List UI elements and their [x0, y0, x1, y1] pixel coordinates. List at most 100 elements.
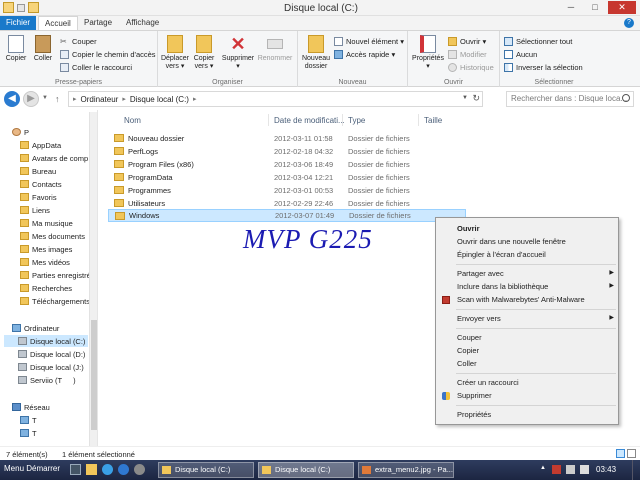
- nav-item-favorites[interactable]: Favoris: [20, 191, 57, 203]
- menu-item-paste[interactable]: Coller: [436, 357, 620, 370]
- breadcrumb-computer[interactable]: Ordinateur: [81, 95, 119, 104]
- copy-to-button[interactable]: Copier vers ▾: [190, 35, 218, 71]
- column-divider[interactable]: [342, 114, 343, 126]
- column-type[interactable]: Type: [348, 116, 365, 125]
- taskbar-item-explorer-1[interactable]: Disque local (C:): [158, 462, 254, 478]
- nav-item-links[interactable]: Liens: [20, 204, 50, 216]
- menu-item-create-shortcut[interactable]: Créer un raccourci: [436, 376, 620, 389]
- ie-icon[interactable]: [118, 464, 129, 475]
- taskbar-item-paint[interactable]: extra_menu2.jpg - Pa...: [358, 462, 454, 478]
- column-divider[interactable]: [418, 114, 419, 126]
- nav-item-music[interactable]: Ma musique: [20, 217, 73, 229]
- menu-item-include-library[interactable]: Inclure dans la bibliothèque ▶: [436, 280, 620, 293]
- browser-icon[interactable]: [102, 464, 113, 475]
- tab-view[interactable]: Affichage: [120, 16, 165, 30]
- nav-item-desktop[interactable]: Bureau: [20, 165, 56, 177]
- file-row[interactable]: ProgramData 2012-03-04 12:21 Dossier de …: [108, 171, 466, 184]
- nav-item-network-computer-2[interactable]: T: [20, 427, 37, 439]
- column-date[interactable]: Date de modificati...: [274, 116, 345, 125]
- address-bar[interactable]: ▸ Ordinateur ▸ Disque local (C:) ▸ ▼ ↻: [68, 91, 483, 107]
- nav-item-local-disk-j[interactable]: Disque local (J:): [18, 361, 84, 373]
- breadcrumb-local-disk[interactable]: Disque local (C:): [130, 95, 189, 104]
- open-button[interactable]: Ouvrir ▾: [448, 35, 486, 47]
- tab-share[interactable]: Partage: [78, 16, 118, 30]
- tab-home[interactable]: Accueil: [38, 16, 78, 30]
- column-divider[interactable]: [268, 114, 269, 126]
- history-button[interactable]: Historique: [448, 61, 494, 73]
- maximize-button[interactable]: □: [584, 1, 606, 14]
- menu-item-delete[interactable]: Supprimer: [436, 389, 620, 402]
- file-row[interactable]: PerfLogs 2012-02-18 04:32 Dossier de fic…: [108, 145, 466, 158]
- volume-icon[interactable]: [580, 465, 589, 474]
- move-to-button[interactable]: Déplacer vers ▾: [160, 35, 190, 71]
- desktop-icon[interactable]: [70, 464, 81, 475]
- copy-path-button[interactable]: Copier le chemin d'accès: [60, 48, 156, 60]
- copy-button[interactable]: Copier: [4, 35, 28, 63]
- nav-item-computer[interactable]: Ordinateur: [12, 322, 59, 334]
- menu-item-open-new-window[interactable]: Ouvrir dans une nouvelle fenêtre: [436, 235, 620, 248]
- nav-item-contacts[interactable]: Contacts: [20, 178, 62, 190]
- menu-item-properties[interactable]: Propriétés: [436, 408, 620, 421]
- address-dropdown-icon[interactable]: ▼: [462, 95, 468, 101]
- nav-item-documents[interactable]: Mes documents: [20, 230, 85, 242]
- edit-button[interactable]: Modifier: [448, 48, 487, 60]
- nav-item-serviio[interactable]: Serviio (T ): [18, 374, 76, 386]
- nav-item-videos[interactable]: Mes vidéos: [20, 256, 70, 268]
- paste-button[interactable]: Coller: [31, 35, 55, 63]
- scrollbar-thumb[interactable]: [91, 320, 97, 430]
- malwarebytes-tray-icon[interactable]: [552, 465, 561, 474]
- file-row[interactable]: Program Files (x86) 2012-03-06 18:49 Dos…: [108, 158, 466, 171]
- clock[interactable]: 03:43: [596, 465, 616, 474]
- easy-access-button[interactable]: Accès rapide ▾: [334, 48, 395, 60]
- tab-file[interactable]: Fichier: [0, 16, 36, 30]
- menu-item-pin-start[interactable]: Épingler à l'écran d'accueil: [436, 248, 620, 261]
- refresh-icon[interactable]: ↻: [472, 93, 480, 104]
- nav-pane-scrollbar[interactable]: [89, 112, 97, 446]
- cut-button[interactable]: ✂ Couper: [60, 35, 97, 47]
- file-row-selected[interactable]: Windows 2012-03-07 01:49 Dossier de fich…: [108, 209, 466, 222]
- new-folder-icon[interactable]: [28, 2, 39, 13]
- column-size[interactable]: Taille: [424, 116, 442, 125]
- forward-button[interactable]: ▶: [23, 91, 39, 107]
- menu-item-send-to[interactable]: Envoyer vers ▶: [436, 312, 620, 325]
- nav-item-local-disk-d[interactable]: Disque local (D:): [18, 348, 85, 360]
- details-view-icon[interactable]: [616, 449, 625, 458]
- menu-item-copy[interactable]: Copier: [436, 344, 620, 357]
- folder-icon[interactable]: [3, 2, 14, 13]
- select-all-button[interactable]: Sélectionner tout: [504, 35, 572, 47]
- properties-button[interactable]: Propriétés ▾: [410, 35, 446, 71]
- nav-item-appdata[interactable]: AppData: [20, 139, 61, 151]
- select-none-button[interactable]: Aucun: [504, 48, 537, 60]
- new-folder-button[interactable]: Nouveau dossier: [300, 35, 332, 71]
- nav-item-avatars[interactable]: Avatars de comp: [20, 152, 88, 164]
- rename-button[interactable]: Renommer: [256, 35, 294, 63]
- properties-icon[interactable]: [17, 4, 25, 12]
- menu-item-open[interactable]: Ouvrir: [436, 222, 620, 235]
- new-item-button[interactable]: Nouvel élément ▾: [334, 35, 404, 47]
- close-button[interactable]: ✕: [608, 1, 636, 14]
- nav-item-pictures[interactable]: Mes images: [20, 243, 72, 255]
- nav-item-saved-games[interactable]: Parties enregistré: [20, 269, 91, 281]
- file-row[interactable]: Programmes 2012-03-01 00:53 Dossier de f…: [108, 184, 466, 197]
- show-desktop-button[interactable]: [632, 460, 640, 480]
- delete-button[interactable]: ✕ Supprimer ▾: [220, 35, 256, 71]
- large-icons-view-icon[interactable]: [627, 449, 636, 458]
- nav-item-network[interactable]: Réseau: [12, 401, 50, 413]
- file-row[interactable]: Nouveau dossier 2012-03-11 01:58 Dossier…: [108, 132, 466, 145]
- minimize-button[interactable]: ─: [560, 1, 582, 14]
- taskbar-item-explorer-2[interactable]: Disque local (C:): [258, 462, 354, 478]
- menu-item-cut[interactable]: Couper: [436, 331, 620, 344]
- nav-item-searches[interactable]: Recherches: [20, 282, 72, 294]
- search-input[interactable]: Rechercher dans : Disque loca...: [506, 91, 634, 107]
- nav-item-local-disk-c[interactable]: Disque local (C:): [4, 335, 88, 347]
- menu-item-share-with[interactable]: Partager avec ▶: [436, 267, 620, 280]
- network-tray-icon[interactable]: [566, 465, 575, 474]
- back-button[interactable]: ◀: [4, 91, 20, 107]
- media-icon[interactable]: [134, 464, 145, 475]
- menu-item-malwarebytes-scan[interactable]: Scan with Malwarebytes' Anti-Malware: [436, 293, 620, 306]
- start-button[interactable]: Menu Démarrer: [4, 464, 60, 473]
- nav-item-downloads[interactable]: Téléchargements: [20, 295, 90, 307]
- explorer-icon[interactable]: [86, 464, 97, 475]
- tray-expand-icon[interactable]: ▲: [540, 465, 546, 471]
- nav-item-user[interactable]: P: [12, 126, 29, 138]
